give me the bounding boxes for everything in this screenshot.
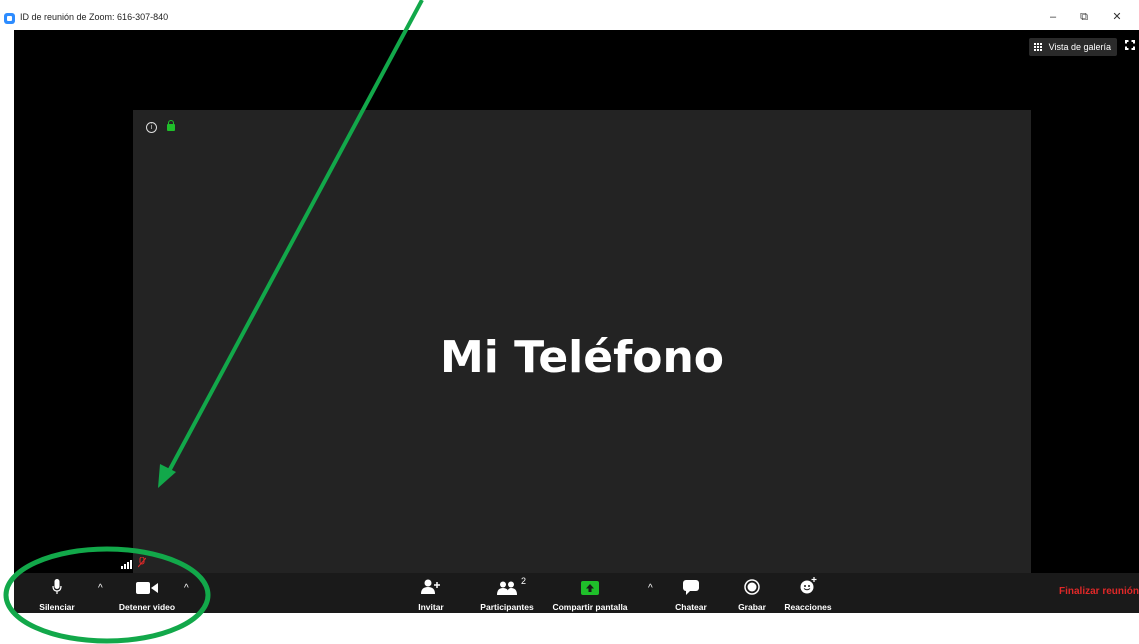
end-meeting-button[interactable]: Finalizar reunión: [1059, 586, 1139, 597]
signal-strength-icon: [121, 559, 137, 569]
participants-button[interactable]: 2 Participantes: [475, 573, 539, 613]
minimize-button[interactable]: –: [1042, 9, 1064, 25]
invite-button[interactable]: Invitar: [411, 573, 451, 613]
microphone-icon: [52, 579, 62, 594]
participant-name: Mi Teléfono: [439, 332, 725, 383]
video-camera-icon: [136, 582, 158, 594]
add-person-icon: [421, 579, 440, 594]
record-button[interactable]: Grabar: [733, 573, 771, 613]
fullscreen-icon[interactable]: [1125, 40, 1135, 50]
video-options-caret[interactable]: ^: [184, 584, 192, 594]
chat-bubble-icon: [683, 580, 699, 595]
record-icon: [744, 579, 760, 595]
lock-icon[interactable]: [167, 120, 175, 131]
share-screen-button[interactable]: Compartir pantalla: [544, 573, 636, 613]
title-bar: ID de reunión de Zoom: 616-307-840 – ⧉ ✕: [0, 0, 1139, 30]
reactions-button[interactable]: Reacciones: [782, 573, 834, 613]
gallery-view-button[interactable]: Vista de galería: [1028, 38, 1117, 56]
audio-options-caret[interactable]: ^: [98, 584, 106, 594]
participants-icon: [497, 581, 517, 595]
share-screen-label: Compartir pantalla: [552, 602, 628, 612]
info-icon[interactable]: i: [146, 122, 157, 133]
stop-video-button[interactable]: Detener video: [112, 573, 182, 613]
chat-button[interactable]: Chatear: [670, 573, 712, 613]
mute-button[interactable]: Silenciar: [34, 573, 80, 613]
restore-button[interactable]: ⧉: [1073, 9, 1095, 25]
record-label: Grabar: [738, 602, 766, 612]
meeting-toolbar: Silenciar ^ Detener video ^ Invitar 2 Pa…: [14, 573, 1139, 613]
mute-label: Silenciar: [39, 602, 75, 612]
mic-muted-icon: [138, 557, 146, 568]
chat-label: Chatear: [675, 602, 707, 612]
smiley-add-icon: [800, 577, 817, 594]
meeting-area: Vista de galería i Mi Teléfono: [14, 30, 1139, 573]
stop-video-label: Detener video: [118, 602, 176, 612]
share-screen-icon: [581, 581, 599, 595]
participants-count: 2: [521, 576, 527, 586]
invite-label: Invitar: [418, 602, 444, 612]
participants-label: Participantes: [480, 602, 534, 612]
window-title: ID de reunión de Zoom: 616-307-840: [20, 12, 169, 22]
close-button[interactable]: ✕: [1106, 9, 1128, 25]
zoom-logo-icon: [4, 13, 15, 24]
gallery-view-label: Vista de galería: [1048, 42, 1111, 52]
reactions-label: Reacciones: [784, 602, 832, 612]
video-tile: i Mi Teléfono: [133, 110, 1031, 573]
grid-icon: [1033, 43, 1043, 52]
share-options-caret[interactable]: ^: [648, 584, 656, 594]
